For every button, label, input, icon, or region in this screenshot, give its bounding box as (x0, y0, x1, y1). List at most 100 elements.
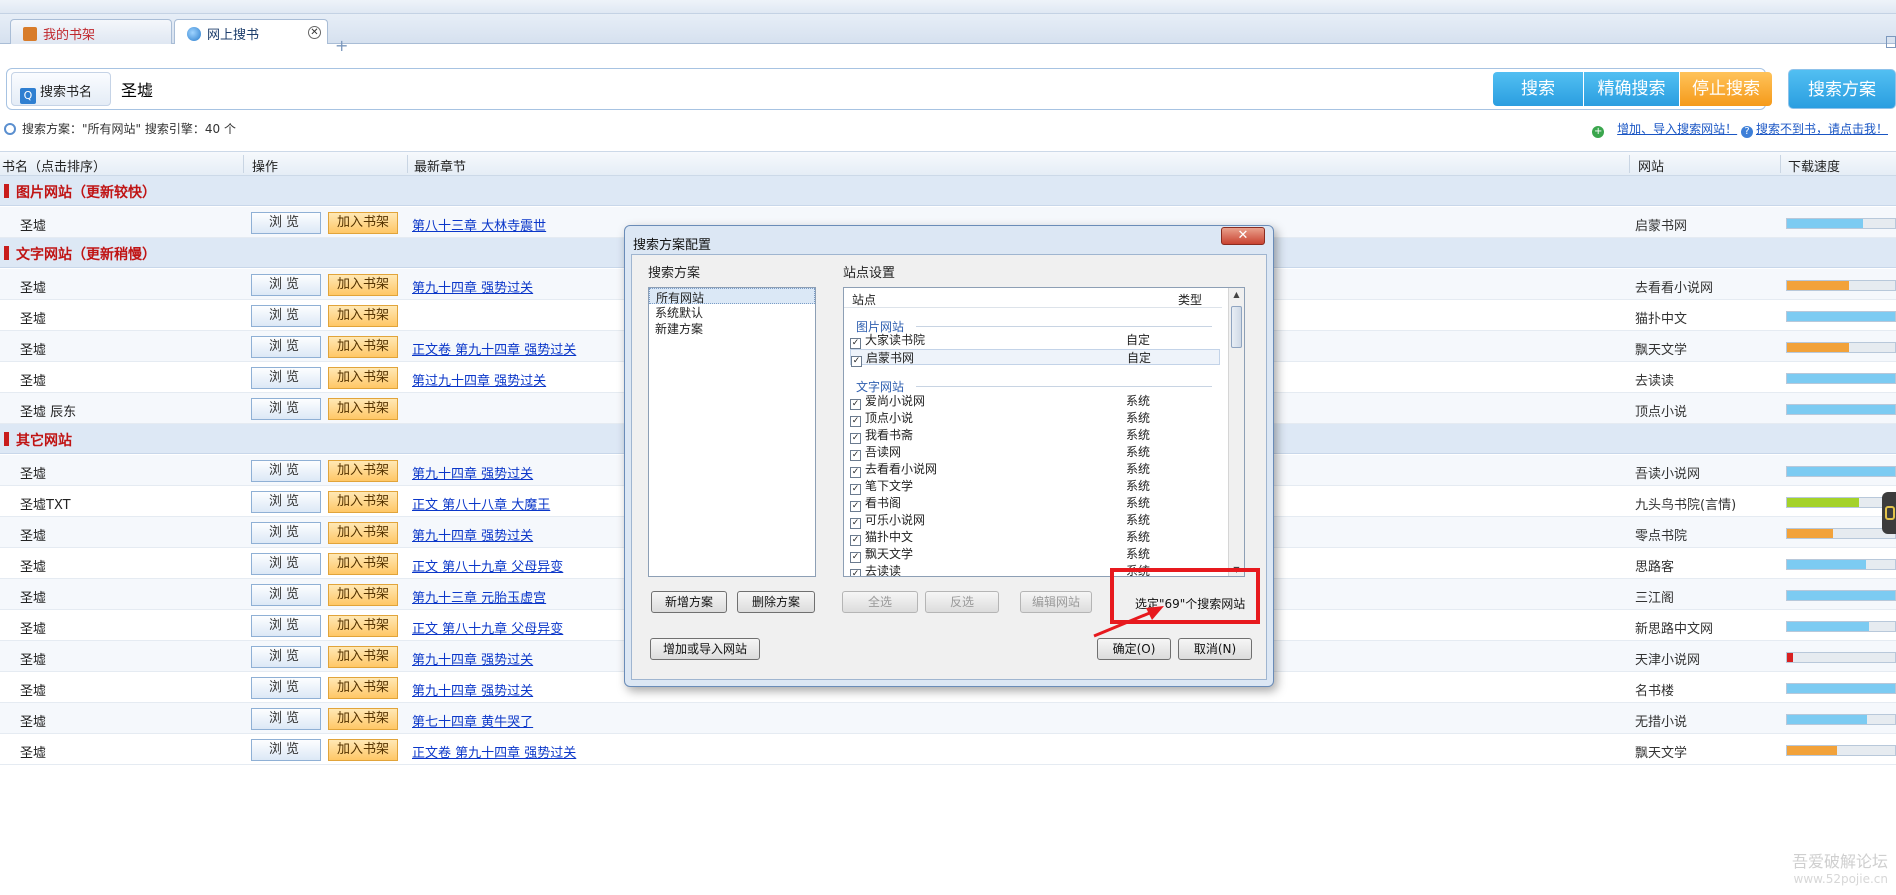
browse-button[interactable]: 浏览 (251, 367, 321, 389)
search-plan-button[interactable]: 搜索方案 (1788, 69, 1896, 109)
add-import-sites-link[interactable]: 增加、导入搜索网站！ (1617, 122, 1737, 136)
latest-chapter-link[interactable]: 第八十三章 大林寺震世 (412, 215, 546, 234)
edit-site-button[interactable]: 编辑网站 (1020, 591, 1092, 613)
add-to-shelf-button[interactable]: 加入书架 (328, 646, 398, 668)
latest-chapter-link[interactable]: 正文卷 第九十四章 强势过关 (412, 339, 576, 358)
site-item[interactable]: ✓ 笔下文学 系统 (850, 478, 1220, 495)
new-plan-button[interactable]: 新增方案 (651, 591, 727, 613)
select-all-button[interactable]: 全选 (842, 591, 918, 613)
browse-button[interactable]: 浏览 (251, 677, 321, 699)
search-button[interactable]: 搜索 (1493, 72, 1583, 106)
latest-chapter-link[interactable]: 第九十四章 强势过关 (412, 463, 533, 482)
add-to-shelf-button[interactable]: 加入书架 (328, 553, 398, 575)
add-to-shelf-button[interactable]: 加入书架 (328, 367, 398, 389)
checkbox-checked-icon[interactable]: ✓ (850, 501, 861, 512)
browse-button[interactable]: 浏览 (251, 708, 321, 730)
plan-item[interactable]: 系统默认 (649, 304, 815, 320)
help-link[interactable]: 搜索不到书，请点击我！ (1756, 122, 1888, 136)
cancel-button[interactable]: 取消(N) (1178, 638, 1252, 660)
site-item[interactable]: ✓ 可乐小说网 系统 (850, 512, 1220, 529)
add-to-shelf-button[interactable]: 加入书架 (328, 708, 398, 730)
site-item[interactable]: ✓ 猫扑中文 系统 (850, 529, 1220, 546)
site-list[interactable]: 站点 类型 图片网站 ✓ 大家读书院 自定 ✓ 启蒙书网 自定 ✓ 爱尚小说网 系统 ✓ 顶点小说系… (843, 287, 1245, 577)
site-item[interactable]: ✓ 启蒙书网 自定 (850, 349, 1220, 367)
site-item[interactable]: ✓ 我看书斋 系统 (850, 427, 1220, 444)
site-item[interactable]: ✓ 吾读网 系统 (850, 444, 1220, 461)
add-import-site-button[interactable]: 增加或导入网站 (650, 638, 760, 660)
add-to-shelf-button[interactable]: 加入书架 (328, 615, 398, 637)
site-item[interactable]: ✓ 看书阁 系统 (850, 495, 1220, 512)
tab-bookshelf[interactable]: 我的书架 (10, 19, 172, 44)
browse-button[interactable]: 浏览 (251, 646, 321, 668)
checkbox-checked-icon[interactable]: ✓ (850, 433, 861, 444)
checkbox-checked-icon[interactable]: ✓ (850, 518, 861, 529)
add-tab-icon[interactable]: + (335, 36, 348, 55)
add-to-shelf-button[interactable]: 加入书架 (328, 336, 398, 358)
checkbox-checked-icon[interactable]: ✓ (850, 535, 861, 546)
scroll-thumb[interactable] (1231, 306, 1242, 348)
latest-chapter-link[interactable]: 正文 第八十九章 父母异变 (412, 556, 563, 575)
site-list-scrollbar[interactable]: ▲ ▼ (1228, 288, 1244, 576)
browse-button[interactable]: 浏览 (251, 398, 321, 420)
side-widget-icon[interactable] (1882, 492, 1896, 534)
latest-chapter-link[interactable]: 正文 第八十九章 父母异变 (412, 618, 563, 637)
latest-chapter-link[interactable]: 第七十四章 黄牛哭了 (412, 711, 533, 730)
exact-search-button[interactable]: 精确搜索 (1584, 72, 1679, 106)
add-to-shelf-button[interactable]: 加入书架 (328, 584, 398, 606)
col-name[interactable]: 书名（点击排序） (2, 156, 106, 175)
add-to-shelf-button[interactable]: 加入书架 (328, 739, 398, 761)
invert-selection-button[interactable]: 反选 (925, 591, 999, 613)
site-item[interactable]: ✓ 爱尚小说网 系统 (850, 393, 1220, 410)
site-item[interactable]: ✓ 大家读书院 自定 (850, 332, 1220, 349)
browse-button[interactable]: 浏览 (251, 212, 321, 234)
stop-search-button[interactable]: 停止搜索 (1680, 72, 1772, 106)
site-item[interactable]: ✓ 去看看小说网 系统 (850, 461, 1220, 478)
latest-chapter-link[interactable]: 第过九十四章 强势过关 (412, 370, 546, 389)
browse-button[interactable]: 浏览 (251, 615, 321, 637)
browse-button[interactable]: 浏览 (251, 460, 321, 482)
browse-button[interactable]: 浏览 (251, 739, 321, 761)
checkbox-checked-icon[interactable]: ✓ (850, 450, 861, 461)
checkbox-checked-icon[interactable]: ✓ (850, 484, 861, 495)
checkbox-checked-icon[interactable]: ✓ (851, 356, 862, 367)
search-type-label[interactable]: Q 搜索书名 (11, 72, 111, 106)
browse-button[interactable]: 浏览 (251, 522, 321, 544)
latest-chapter-link[interactable]: 正文 第八十八章 大魔王 (412, 494, 550, 513)
close-tab-icon[interactable]: ✕ (308, 26, 321, 39)
checkbox-checked-icon[interactable]: ✓ (850, 552, 861, 563)
add-to-shelf-button[interactable]: 加入书架 (328, 274, 398, 296)
add-to-shelf-button[interactable]: 加入书架 (328, 522, 398, 544)
latest-chapter-link[interactable]: 正文卷 第九十四章 强势过关 (412, 742, 576, 761)
latest-chapter-link[interactable]: 第九十四章 强势过关 (412, 525, 533, 544)
latest-chapter-link[interactable]: 第九十四章 强势过关 (412, 277, 533, 296)
latest-chapter-link[interactable]: 第九十四章 强势过关 (412, 680, 533, 699)
add-to-shelf-button[interactable]: 加入书架 (328, 212, 398, 234)
search-input[interactable] (115, 72, 1499, 106)
scroll-up-icon[interactable]: ▲ (1231, 290, 1242, 301)
checkbox-checked-icon[interactable]: ✓ (850, 569, 861, 576)
plan-item[interactable]: 新建方案 (649, 320, 815, 336)
dialog-close-button[interactable]: ✕ (1221, 227, 1265, 245)
add-to-shelf-button[interactable]: 加入书架 (328, 305, 398, 327)
checkbox-checked-icon[interactable]: ✓ (850, 416, 861, 427)
window-restore-icon[interactable] (1886, 36, 1896, 48)
latest-chapter-link[interactable]: 第九十三章 元胎玉虚宫 (412, 587, 546, 606)
checkbox-checked-icon[interactable]: ✓ (850, 338, 861, 349)
site-item[interactable]: ✓ 飘天文学 系统 (850, 546, 1220, 563)
plan-list[interactable]: 所有网站 系统默认 新建方案 (648, 287, 816, 577)
browse-button[interactable]: 浏览 (251, 336, 321, 358)
checkbox-checked-icon[interactable]: ✓ (850, 467, 861, 478)
browse-button[interactable]: 浏览 (251, 584, 321, 606)
latest-chapter-link[interactable]: 第九十四章 强势过关 (412, 649, 533, 668)
site-item[interactable]: ✓ 顶点小说 系统 (850, 410, 1220, 427)
add-to-shelf-button[interactable]: 加入书架 (328, 677, 398, 699)
add-to-shelf-button[interactable]: 加入书架 (328, 491, 398, 513)
browse-button[interactable]: 浏览 (251, 274, 321, 296)
delete-plan-button[interactable]: 删除方案 (737, 591, 815, 613)
add-to-shelf-button[interactable]: 加入书架 (328, 398, 398, 420)
plan-item[interactable]: 所有网站 (649, 288, 815, 305)
browse-button[interactable]: 浏览 (251, 553, 321, 575)
browse-button[interactable]: 浏览 (251, 491, 321, 513)
tab-search-books[interactable]: 网上搜书 ✕ (174, 19, 328, 44)
add-to-shelf-button[interactable]: 加入书架 (328, 460, 398, 482)
